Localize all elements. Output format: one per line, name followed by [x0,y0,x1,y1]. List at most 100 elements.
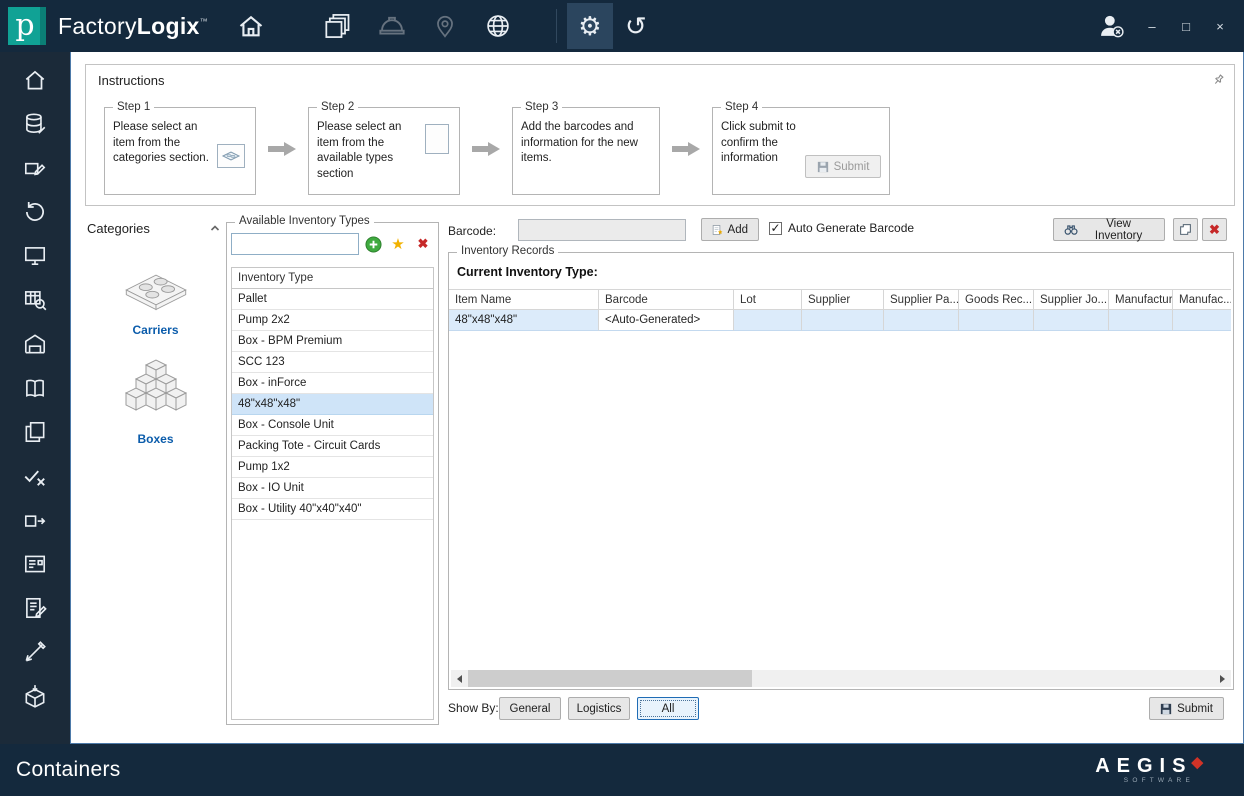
barcode-label: Barcode: [448,224,496,238]
brand-logix: Logix [137,13,200,39]
history-tab[interactable]: ↺ [613,3,659,49]
column-header[interactable]: Manufac... [1173,289,1231,310]
pin-icon[interactable] [1207,71,1227,92]
layers-icon[interactable] [324,12,352,40]
column-header[interactable]: Supplier Pa... [884,289,959,310]
step-submit-button[interactable]: Submit [805,155,881,178]
cell-barcode: <Auto-Generated> [599,310,734,331]
sidebar-form-icon[interactable] [12,550,58,578]
add-type-button[interactable] [362,233,384,255]
cell [1034,310,1109,331]
types-filter-input[interactable] [231,233,359,255]
delete-type-button[interactable]: ✖ [412,233,434,255]
minimize-icon[interactable]: – [1144,19,1160,34]
view-inventory-button[interactable]: View Inventory [1053,218,1165,241]
column-header[interactable]: Manufacturer [1109,289,1173,310]
column-header[interactable]: Lot [734,289,802,310]
show-by-logistics-button[interactable]: Logistics [568,697,630,720]
column-header[interactable]: Supplier [802,289,884,310]
sidebar-warehouse-icon[interactable] [12,330,58,358]
show-by-all-button[interactable]: All [637,697,699,720]
horizontal-scrollbar[interactable] [451,670,1231,687]
location-pin-icon[interactable] [432,12,458,40]
collapse-chevron-icon[interactable] [210,221,220,236]
add-button[interactable]: Add [701,218,759,241]
type-row[interactable]: Pump 2x2 [232,310,433,331]
column-header[interactable]: Supplier Jo... [1034,289,1109,310]
hardhat-icon[interactable] [378,12,406,40]
category-item-boxes[interactable]: Boxes [85,359,226,446]
sidebar-database-icon[interactable] [12,110,58,138]
wizard-star-button[interactable]: ★ [387,233,409,255]
maximize-icon[interactable]: □ [1178,19,1194,34]
category-label: Carriers [132,323,178,337]
sidebar-verify-icon[interactable] [12,462,58,490]
sidebar-monitor-icon[interactable] [12,242,58,270]
type-row[interactable]: SCC 123 [232,352,433,373]
auto-generate-checkbox[interactable]: ✓ [769,222,782,235]
step-1-text: Please select an item from the categorie… [113,120,221,167]
show-by-general-button[interactable]: General [499,697,561,720]
auto-generate-checkbox-row: ✓ Auto Generate Barcode [769,221,914,235]
aegis-wordmark: AEGIS [1095,756,1192,776]
globe-icon[interactable] [484,12,512,40]
sidebar-receive-box-icon[interactable] [12,682,58,710]
user-account-icon[interactable] [1096,12,1126,40]
types-column-header[interactable]: Inventory Type [232,268,433,289]
type-row[interactable]: Box - BPM Premium [232,331,433,352]
step-2-box: Step 2 Please select an item from the av… [308,107,460,195]
step-2-text: Please select an item from the available… [317,120,421,182]
sidebar-transfer-icon[interactable] [12,506,58,534]
window-controls: – □ × [1096,12,1244,40]
sidebar-grid-search-icon[interactable] [12,286,58,314]
type-row[interactable]: Box - inForce [232,373,433,394]
top-icon-group [324,12,512,40]
sidebar-design-icon[interactable] [12,638,58,666]
column-header[interactable]: Item Name [449,289,599,310]
column-header[interactable]: Barcode [599,289,734,310]
sidebar-home-icon[interactable] [12,66,58,94]
sidebar-notes-icon[interactable] [12,594,58,622]
copy-button[interactable] [1173,218,1198,241]
sidebar-copy-icon[interactable] [12,418,58,446]
type-row[interactable]: Packing Tote - Circuit Cards [232,436,433,457]
scroll-left-button[interactable] [451,670,468,687]
label-thumbnail-icon [425,124,449,154]
current-inventory-type-label: Current Inventory Type: [449,253,1233,287]
scrollbar-thumb[interactable] [468,670,752,687]
type-row[interactable]: Box - Utility 40"x40"x40" [232,499,433,520]
cell-item-name: 48"x48"x48" [449,310,599,331]
type-row[interactable]: Pallet [232,289,433,310]
inventory-records-title: Inventory Records [457,245,558,257]
scroll-right-button[interactable] [1214,670,1231,687]
barcode-input[interactable] [518,219,686,241]
types-toolbar: ★ ✖ [231,233,434,255]
type-row-selected[interactable]: 48"x48"x48" [232,394,433,415]
step-3-box: Step 3 Add the barcodes and information … [512,107,660,195]
instructions-title: Instructions [98,73,164,88]
type-row[interactable]: Box - IO Unit [232,478,433,499]
arrow-right-icon [472,141,500,160]
table-row[interactable]: 48"x48"x48" <Auto-Generated> [449,310,1233,331]
page-title: Containers [16,758,121,782]
cell [1173,310,1231,331]
brand-title: FactoryLogix™ [58,13,208,40]
type-row[interactable]: Pump 1x2 [232,457,433,478]
settings-gear-tab[interactable]: ⚙ [567,3,613,49]
cell [734,310,802,331]
home-nav-icon[interactable] [236,12,266,40]
categories-header: Categories [85,215,226,242]
sidebar-history-icon[interactable] [12,198,58,226]
close-icon[interactable]: × [1212,19,1228,34]
delete-button[interactable]: ✖ [1202,218,1227,241]
instructions-panel: Instructions Step 1 Please select an ite… [85,64,1235,206]
submit-button[interactable]: Submit [1149,697,1224,720]
inventory-records-panel: Inventory Records Current Inventory Type… [448,252,1234,690]
sidebar-container-edit-icon[interactable] [12,154,58,182]
category-item-carriers[interactable]: Carriers [85,264,226,337]
column-header[interactable]: Goods Rec... [959,289,1034,310]
type-row[interactable]: Box - Console Unit [232,415,433,436]
divider [556,9,557,43]
brand-factory: Factory [58,13,137,39]
sidebar-book-icon[interactable] [12,374,58,402]
